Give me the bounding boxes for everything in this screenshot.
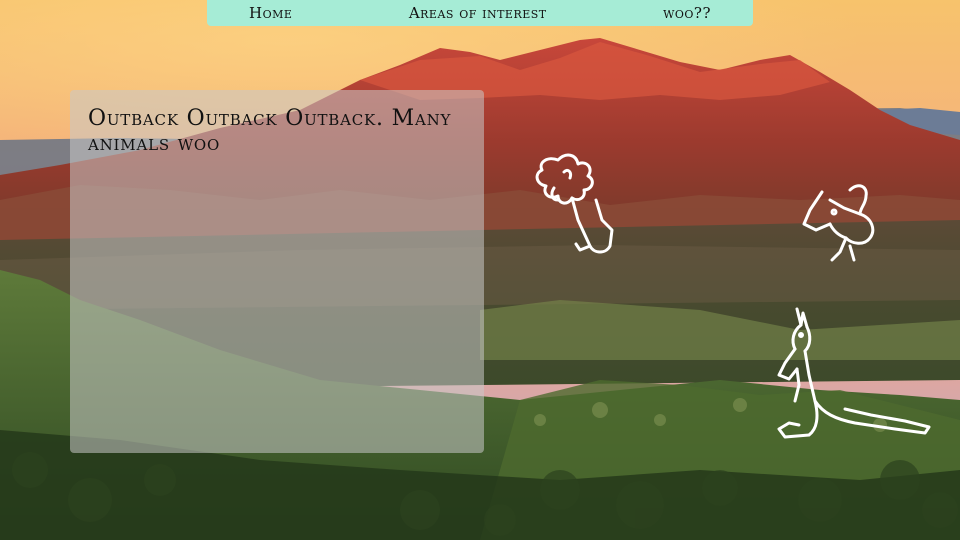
kangaroo-icon: [777, 307, 931, 439]
nav-woo-link[interactable]: woo??: [663, 4, 711, 22]
koala-icon: [535, 153, 614, 254]
intro-panel: Outback Outback Outback. Many animals wo…: [70, 90, 484, 453]
platypus-icon: [802, 184, 875, 262]
top-navigation: Home Areas of interest woo??: [207, 0, 753, 26]
intro-text: Outback Outback Outback. Many animals wo…: [88, 106, 452, 156]
nav-areas-of-interest-link[interactable]: Areas of interest: [409, 4, 547, 22]
nav-home-link[interactable]: Home: [249, 4, 292, 22]
